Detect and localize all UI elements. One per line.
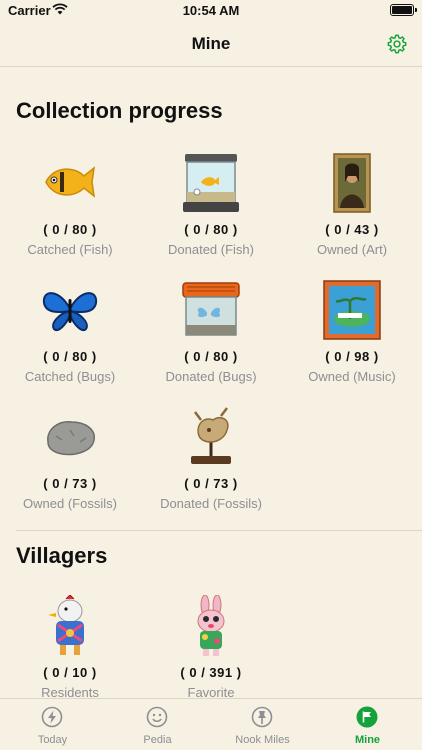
- villagers-title: Villagers: [16, 543, 108, 568]
- resident-villager-icon: [48, 595, 84, 655]
- label-catched-bugs: Catched (Bugs): [24, 369, 116, 384]
- tab-label-nook-miles: Nook Miles: [235, 734, 290, 746]
- tab-label-pedia: Pedia: [143, 734, 172, 746]
- label-owned-fossils: Owned (Fossils): [23, 496, 117, 511]
- label-residents: Residents: [41, 685, 99, 699]
- label-owned-music: Owned (Music): [308, 369, 396, 384]
- smiley-icon: [146, 706, 168, 728]
- pin-icon: [251, 706, 273, 728]
- villager-item-residents[interactable]: ( 0 / 10 ) Residents: [0, 595, 140, 699]
- tab-label-mine: Mine: [354, 734, 381, 746]
- collection-item-owned-art[interactable]: ( 0 / 43 ) Owned (Art): [282, 152, 422, 272]
- villager-item-favorite[interactable]: ( 0 / 391 ) Favorite: [141, 595, 281, 699]
- favorite-villager-icon: [197, 595, 225, 656]
- tab-nook-miles[interactable]: Nook Miles: [210, 699, 315, 750]
- status-bar: Carrier 10:54 AM: [0, 0, 422, 22]
- label-donated-bugs: Donated (Bugs): [165, 369, 257, 384]
- album-cover-icon: [323, 280, 381, 340]
- fish-icon: [45, 166, 96, 198]
- collection-item-catched-fish[interactable]: ( 0 / 80 ) Catched (Fish): [0, 152, 140, 272]
- dinosaur-skeleton-icon: [191, 407, 231, 464]
- label-catched-fish: Catched (Fish): [27, 242, 113, 257]
- lightning-icon: [41, 706, 63, 728]
- label-favorite: Favorite: [187, 685, 235, 699]
- section-divider: [16, 530, 422, 531]
- count-catched-bugs: ( 0 / 80 ): [43, 349, 97, 364]
- tab-mine[interactable]: Mine: [315, 699, 420, 750]
- collection-item-catched-bugs[interactable]: ( 0 / 80 ) Catched (Bugs): [0, 279, 140, 399]
- collection-item-owned-music[interactable]: ( 0 / 98 ) Owned (Music): [282, 279, 422, 399]
- label-donated-fossils: Donated (Fossils): [160, 496, 262, 511]
- tab-label-today: Today: [37, 734, 68, 746]
- tab-today[interactable]: Today: [0, 699, 105, 750]
- navigation-bar: Mine: [0, 22, 422, 67]
- count-catched-fish: ( 0 / 80 ): [43, 222, 97, 237]
- painting-icon: [333, 153, 371, 213]
- tab-bar: Today Pedia Nook Miles Mine: [0, 698, 422, 750]
- flag-icon: [356, 706, 378, 728]
- count-donated-fossils: ( 0 / 73 ): [184, 476, 238, 491]
- butterfly-icon: [42, 292, 98, 331]
- count-residents: ( 0 / 10 ): [43, 665, 97, 680]
- clock: 10:54 AM: [182, 3, 240, 18]
- count-donated-fish: ( 0 / 80 ): [184, 222, 238, 237]
- collection-item-donated-fish[interactable]: ( 0 / 80 ) Donated (Fish): [141, 152, 281, 272]
- aquarium-icon: [183, 154, 239, 212]
- count-favorite: ( 0 / 391 ): [180, 665, 242, 680]
- collection-progress-title: Collection progress: [16, 98, 223, 123]
- count-donated-bugs: ( 0 / 80 ): [184, 349, 238, 364]
- main-content[interactable]: Collection progress ( 0 / 80 ) Catched (…: [0, 67, 422, 699]
- gear-icon[interactable]: [386, 33, 408, 55]
- collection-item-donated-bugs[interactable]: ( 0 / 80 ) Donated (Bugs): [141, 279, 281, 399]
- collection-item-owned-fossils[interactable]: ( 0 / 73 ) Owned (Fossils): [0, 406, 140, 526]
- collection-item-donated-fossils[interactable]: ( 0 / 73 ) Donated (Fossils): [141, 406, 281, 526]
- label-donated-fish: Donated (Fish): [168, 242, 254, 257]
- label-owned-art: Owned (Art): [316, 242, 388, 257]
- fossil-rock-icon: [47, 421, 95, 456]
- count-owned-fossils: ( 0 / 73 ): [43, 476, 97, 491]
- count-owned-music: ( 0 / 98 ): [325, 349, 379, 364]
- tab-pedia[interactable]: Pedia: [105, 699, 210, 750]
- bug-cage-icon: [182, 282, 240, 336]
- battery-icon: [390, 4, 417, 16]
- page-title: Mine: [191, 34, 231, 53]
- count-owned-art: ( 0 / 43 ): [325, 222, 379, 237]
